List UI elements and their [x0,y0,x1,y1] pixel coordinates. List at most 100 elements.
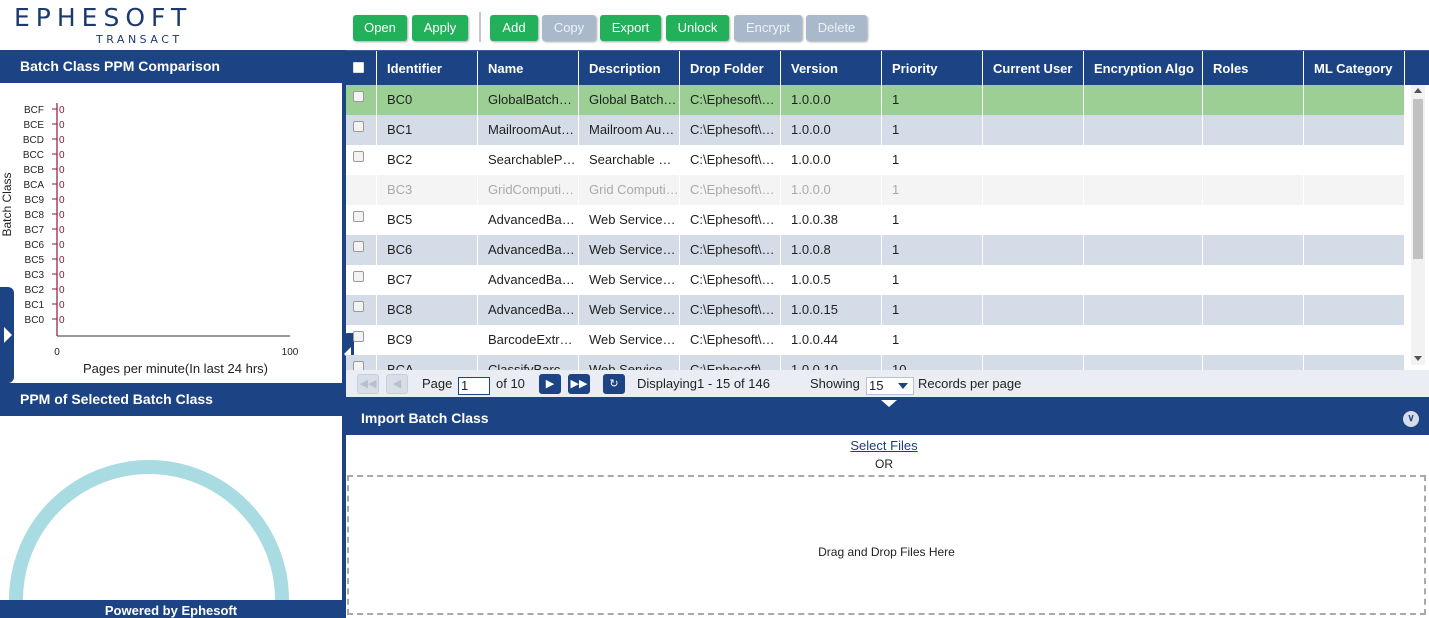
export-button[interactable]: Export [600,15,661,41]
cell-empty [1203,115,1304,145]
data-label: 0 [59,315,65,326]
table-row[interactable]: BCA ClassifyBarc… Web Service … C:\Ephesoft… [346,355,1405,370]
table-row[interactable]: BC1 MailroomAut… Mailroom Au… C:\Ephesoft\…… [346,115,1405,145]
column-header-roles[interactable]: Roles [1203,51,1304,86]
gauge-arc [9,460,289,600]
column-header-name[interactable]: Name [478,51,579,86]
row-select-cell [346,145,377,175]
encrypt-button[interactable]: Encrypt [734,15,802,41]
file-drop-zone[interactable]: Drag and Drop Files Here [347,475,1426,615]
next-page-icon: ▶ [545,378,555,390]
records-per-page-label: Records per page [918,376,1022,391]
cell-empty [1304,355,1405,370]
header-select-all-cell [346,51,377,86]
or-label: OR [875,457,893,471]
y-tick-label: BCD [23,135,44,146]
y-tick-label: BCF [24,105,44,116]
copy-button[interactable]: Copy [542,15,596,41]
open-button[interactable]: Open [353,15,407,41]
column-header-priority[interactable]: Priority [882,51,983,86]
cell-name: GlobalBatch… [478,85,579,115]
unlock-button[interactable]: Unlock [666,15,729,41]
cell-identifier: BC9 [377,325,478,355]
select-files-link[interactable]: Select Files [346,438,1422,453]
data-label: 0 [59,165,65,176]
cell-version: 1.0.0.8 [781,235,882,265]
select-all-checkbox[interactable] [353,62,364,73]
row-checkbox[interactable] [353,241,364,252]
grid-header: Identifier Name Description Drop Folder … [346,50,1429,86]
cell-empty [1304,85,1405,115]
cell-name: GridComputi… [478,175,579,205]
left-panel-expander[interactable] [0,287,14,383]
row-select-cell [346,325,377,355]
row-select-cell [346,355,377,370]
row-checkbox[interactable] [353,121,364,132]
table-row[interactable]: BC7 AdvancedBar… Web Service … C:\Ephesoft\… [346,265,1405,295]
cell-empty [1203,295,1304,325]
scroll-up-icon[interactable] [1414,88,1422,93]
cell-identifier: BC5 [377,205,478,235]
row-checkbox[interactable] [353,211,364,222]
row-select-cell [346,235,377,265]
table-row[interactable]: BC6 AdvancedBar… Web Service … C:\Ephesoft\… [346,235,1405,265]
row-checkbox[interactable] [353,301,364,312]
next-page-button[interactable]: ▶ [539,374,561,394]
cell-empty [1304,175,1405,205]
delete-button[interactable]: Delete [806,15,867,41]
prev-page-button[interactable]: ◀ [386,374,408,394]
cell-empty [1203,205,1304,235]
cell-name: MailroomAut… [478,115,579,145]
column-header-identifier[interactable]: Identifier [377,51,478,86]
refresh-button[interactable]: ↻ [603,374,625,394]
row-select-cell [346,205,377,235]
column-header-ml-category[interactable]: ML Category [1304,51,1405,86]
table-row[interactable]: BC8 AdvancedBar… Web Service … C:\Ephesoft\… [346,295,1405,325]
cell-version: 1.0.0.5 [781,265,882,295]
row-checkbox[interactable] [353,361,364,370]
cell-description: Web Service … [579,325,680,355]
column-header-description[interactable]: Description [579,51,680,86]
column-header-drop-folder[interactable]: Drop Folder [680,51,781,86]
row-checkbox[interactable] [353,91,364,102]
table-row[interactable]: BC0 GlobalBatch… Global Batch… C:\Ephesoft\… [346,85,1405,115]
last-page-button[interactable]: ▶▶ [568,374,590,394]
column-header-encryption-algo[interactable]: Encryption Algo [1084,51,1203,86]
add-button[interactable]: Add [490,15,538,41]
cell-priority: 1 [882,85,983,115]
table-row[interactable]: BC2 SearchableP… Searchable P… C:\Ephesoft\… [346,145,1405,175]
logo-sub-text: TRANSACT [96,33,183,46]
cell-priority: 1 [882,325,983,355]
displaying-label: Displaying1 - 15 of 146 [637,376,770,391]
column-header-version[interactable]: Version [781,51,882,86]
cell-priority: 1 [882,145,983,175]
y-tick-label: BCE [23,120,44,131]
table-row[interactable]: BC5 AdvancedBar… Web Service … C:\Ephesoft\… [346,205,1405,235]
cell-drop-folder: C:\Ephesoft\… [680,85,781,115]
apply-button[interactable]: Apply [412,15,468,41]
column-header-current-user[interactable]: Current User [983,51,1084,86]
row-checkbox[interactable] [353,331,364,342]
chevron-down-icon [898,383,908,389]
y-tick-label: BC3 [25,270,45,281]
cell-description: Grid Computi… [579,175,680,205]
y-tick-label: BC2 [25,285,45,296]
cell-empty [1203,325,1304,355]
row-checkbox[interactable] [353,151,364,162]
row-select-cell [346,295,377,325]
page-size-select[interactable]: 15 [866,377,914,395]
data-label: 0 [59,210,65,221]
scroll-down-icon[interactable] [1414,356,1422,361]
cell-empty [1084,325,1203,355]
table-row[interactable]: BC9 BarcodeExtr… Web Service … C:\Ephesoft\… [346,325,1405,355]
cell-name: SearchableP… [478,145,579,175]
import-toggle-button[interactable]: ∨ [1403,411,1419,427]
page-number-input[interactable]: 1 [458,377,490,395]
data-label: 0 [59,195,65,206]
scroll-thumb[interactable] [1413,99,1423,259]
table-row[interactable]: BC3 GridComputi… Grid Computi… C:\Ephesoft\… [346,175,1405,205]
grid-vertical-scrollbar[interactable] [1411,85,1425,365]
row-checkbox[interactable] [353,271,364,282]
first-page-button[interactable]: ◀◀ [357,374,379,394]
import-collapse-tab[interactable] [862,397,916,411]
